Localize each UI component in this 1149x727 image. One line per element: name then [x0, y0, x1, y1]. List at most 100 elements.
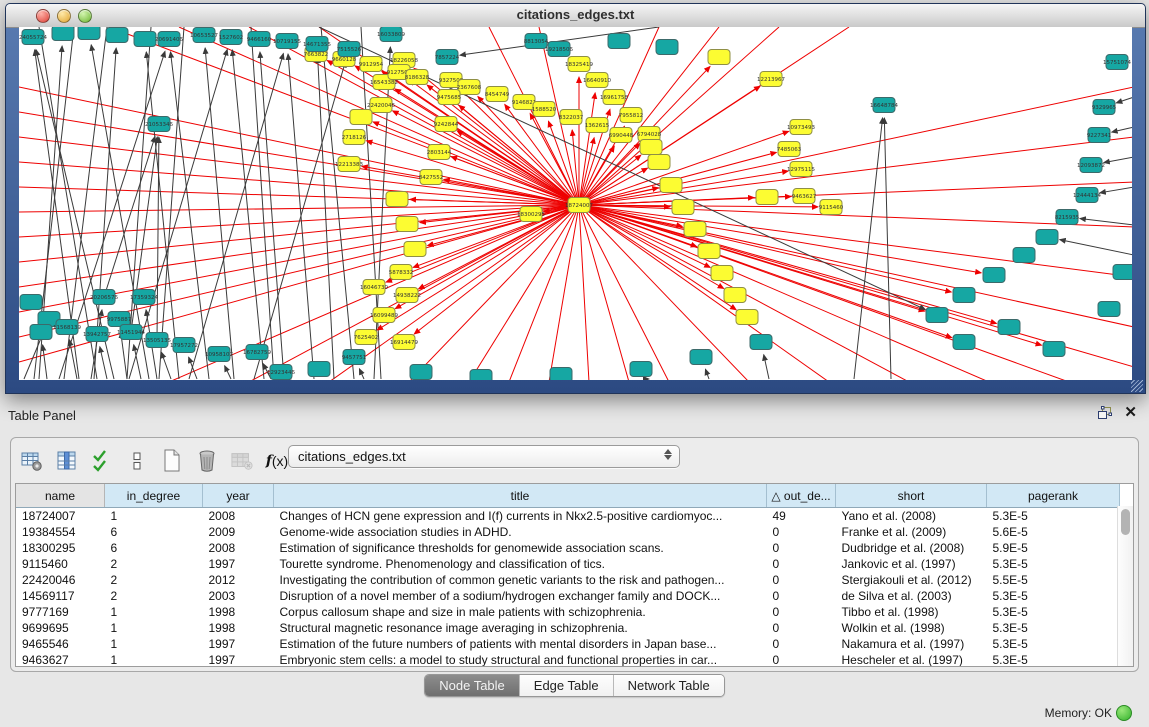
- table-row[interactable]: 969969511998Structural magnetic resonanc…: [16, 620, 1120, 636]
- graph-node[interactable]: [736, 310, 758, 325]
- select-rows-icon[interactable]: [91, 450, 113, 472]
- import-table-icon[interactable]: [231, 450, 253, 472]
- graph-node[interactable]: [648, 155, 670, 170]
- table-row[interactable]: 911546021997Tourette syndrome. Phenomeno…: [16, 556, 1120, 572]
- close-panel-icon[interactable]: ✕: [1124, 406, 1137, 420]
- graph-node[interactable]: [550, 368, 572, 381]
- column-header-name[interactable]: name: [16, 484, 105, 508]
- table-row[interactable]: 946362711997Embryonic stem cells: a mode…: [16, 652, 1120, 667]
- graph-node-label: 18226058: [390, 58, 418, 64]
- graph-node[interactable]: [410, 365, 432, 380]
- graph-node-label: 16543382: [370, 80, 398, 86]
- graph-node[interactable]: [711, 266, 733, 281]
- column-header-year[interactable]: year: [203, 484, 274, 508]
- graph-node[interactable]: [350, 110, 372, 125]
- window-titlebar[interactable]: citations_edges.txt: [6, 4, 1145, 28]
- graph-node-label: 9227341: [1087, 133, 1112, 139]
- graph-node-label: 10653527: [190, 33, 218, 39]
- network-canvas[interactable]: 1872400718300295766382296601289912954165…: [19, 27, 1132, 380]
- graph-node[interactable]: [608, 34, 630, 49]
- column-header-out-de-[interactable]: △ out_de...: [767, 484, 836, 508]
- memory-status-indicator[interactable]: [1116, 705, 1132, 721]
- graph-node[interactable]: [672, 200, 694, 215]
- graph-node[interactable]: [684, 222, 706, 237]
- graph-node[interactable]: [1036, 230, 1058, 245]
- table-row[interactable]: 1830029562008Estimation of significance …: [16, 540, 1120, 556]
- graph-node[interactable]: [750, 335, 772, 350]
- graph-node[interactable]: [724, 288, 746, 303]
- table-row[interactable]: 1938455462009Genome-wide association stu…: [16, 524, 1120, 540]
- graph-node-label: 9242844: [434, 122, 459, 128]
- cell: Investigating the contribution of common…: [274, 572, 767, 588]
- graph-node[interactable]: [386, 192, 408, 207]
- graph-node[interactable]: [953, 288, 975, 303]
- new-table-icon[interactable]: [161, 450, 183, 472]
- table-scrollbar[interactable]: [1117, 506, 1133, 666]
- table-row[interactable]: 1456911722003Disruption of a novel membe…: [16, 588, 1120, 604]
- graph-node[interactable]: [630, 362, 652, 377]
- table-scrollbar-thumb[interactable]: [1121, 509, 1130, 535]
- graph-node[interactable]: [640, 140, 662, 155]
- cell: Tibbo et al. (1998): [836, 604, 987, 620]
- graph-node[interactable]: [404, 242, 426, 257]
- table-row[interactable]: 1872400712008Changes of HCN gene express…: [16, 508, 1120, 525]
- column-header-short[interactable]: short: [836, 484, 987, 508]
- graph-node[interactable]: [396, 217, 418, 232]
- table-row[interactable]: 977716911998Corpus callosum shape and si…: [16, 604, 1120, 620]
- graph-node[interactable]: [1113, 265, 1132, 280]
- graph-node-label: 2718126: [342, 135, 367, 141]
- tab-network-table[interactable]: Network Table: [614, 675, 724, 696]
- tab-node-table[interactable]: Node Table: [425, 675, 520, 696]
- graph-node-label: 1362615: [585, 123, 610, 129]
- column-header-pagerank[interactable]: pagerank: [987, 484, 1120, 508]
- zoom-button[interactable]: [78, 9, 92, 23]
- graph-node[interactable]: [660, 178, 682, 193]
- delete-table-icon[interactable]: [196, 450, 218, 472]
- cell: 49: [767, 508, 836, 525]
- cell: 2012: [203, 572, 274, 588]
- graph-node[interactable]: [998, 320, 1020, 335]
- graph-node[interactable]: [1043, 342, 1065, 357]
- function-builder-icon[interactable]: f(x): [266, 450, 288, 472]
- graph-node[interactable]: [926, 308, 948, 323]
- graph-node[interactable]: [30, 325, 52, 340]
- table-selector-dropdown[interactable]: citations_edges.txt: [288, 445, 680, 468]
- window-resize-grip[interactable]: [1131, 380, 1143, 392]
- cell: 18724007: [16, 508, 105, 525]
- close-button[interactable]: [36, 9, 50, 23]
- graph-node[interactable]: [470, 370, 492, 381]
- graph-node-label: 14671355: [303, 42, 331, 48]
- graph-node[interactable]: [708, 50, 730, 65]
- show-columns-icon[interactable]: [56, 450, 78, 472]
- column-header-in-degree[interactable]: in_degree: [105, 484, 203, 508]
- graph-node[interactable]: [134, 32, 156, 47]
- graph-node[interactable]: [698, 244, 720, 259]
- graph-edge: [884, 118, 891, 379]
- column-header-title[interactable]: title: [274, 484, 767, 508]
- row-options-icon[interactable]: [126, 450, 148, 472]
- graph-node[interactable]: [78, 27, 100, 40]
- graph-node[interactable]: [1013, 248, 1035, 263]
- graph-node[interactable]: [308, 362, 330, 377]
- graph-node[interactable]: [106, 28, 128, 43]
- graph-node[interactable]: [52, 27, 74, 41]
- table-settings-icon[interactable]: [21, 450, 43, 472]
- graph-node[interactable]: [953, 335, 975, 350]
- graph-node-label: 7515526: [337, 47, 362, 53]
- graph-node[interactable]: [983, 268, 1005, 283]
- float-panel-icon[interactable]: [1097, 406, 1112, 420]
- graph-node[interactable]: [1098, 302, 1120, 317]
- graph-node[interactable]: [20, 295, 42, 310]
- table-row[interactable]: 946554611997Estimation of the future num…: [16, 636, 1120, 652]
- cell: 2: [105, 556, 203, 572]
- graph-node[interactable]: [690, 350, 712, 365]
- graph-edge: [161, 352, 171, 379]
- graph-node[interactable]: [756, 190, 778, 205]
- minimize-button[interactable]: [57, 9, 71, 23]
- graph-edge: [19, 162, 579, 205]
- graph-edge: [359, 369, 364, 379]
- graph-node[interactable]: [656, 40, 678, 55]
- table-row[interactable]: 2242004622012Investigating the contribut…: [16, 572, 1120, 588]
- network-view[interactable]: 1872400718300295766382296601289912954165…: [19, 27, 1132, 380]
- tab-edge-table[interactable]: Edge Table: [520, 675, 614, 696]
